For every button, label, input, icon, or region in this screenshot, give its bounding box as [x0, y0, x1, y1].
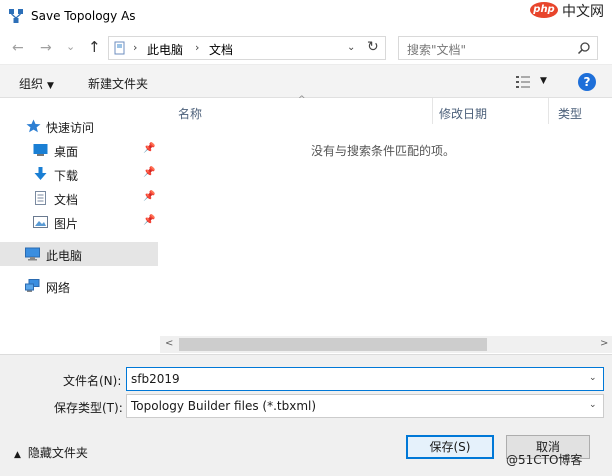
title-bar: Save Topology As php 中文网: [0, 0, 612, 32]
pin-icon[interactable]: 📌: [143, 215, 155, 226]
address-dropdown-chevron-icon[interactable]: ⌄: [347, 42, 355, 53]
scroll-thumb[interactable]: [179, 338, 487, 351]
navigation-bar: ← → ⌄ ↑ › 此电脑 › 文档 ⌄ ↻ 搜索"文档": [0, 32, 612, 64]
address-crumb-documents[interactable]: 文档: [209, 41, 233, 58]
recent-locations-chevron-icon[interactable]: ⌄: [66, 39, 75, 55]
sidebar-item-label: 此电脑: [46, 249, 83, 263]
column-header-type[interactable]: 类型: [558, 105, 582, 131]
search-placeholder: 搜索"文档": [407, 43, 467, 57]
address-separator-icon: ›: [195, 41, 200, 54]
network-icon: [25, 279, 40, 292]
save-button[interactable]: 保存(S): [406, 435, 494, 459]
view-caret-down-icon[interactable]: ▼: [540, 76, 547, 86]
new-folder-button[interactable]: 新建文件夹: [88, 75, 148, 92]
picture-icon: [33, 216, 48, 228]
php-watermark-logo: php: [530, 2, 558, 18]
up-arrow-icon[interactable]: ↑: [88, 39, 101, 55]
window-title: Save Topology As: [31, 9, 136, 23]
desktop-icon: [33, 144, 48, 156]
command-toolbar: 组织 ▼ 新建文件夹 ▼ ?: [0, 64, 612, 98]
organize-menu-button[interactable]: 组织 ▼: [19, 75, 54, 92]
view-options-icon[interactable]: [515, 75, 531, 89]
blog-watermark: @51CTO博客: [506, 453, 583, 467]
sort-ascending-icon: ^: [298, 95, 306, 105]
pin-icon[interactable]: 📌: [143, 167, 155, 178]
sidebar-item-downloads[interactable]: 下载 📌: [0, 162, 158, 186]
organize-label: 组织: [19, 77, 44, 91]
caret-down-icon: ▼: [47, 81, 54, 91]
sidebar-item-label: 桌面: [54, 145, 79, 159]
empty-list-message: 没有与搜索条件匹配的项。: [310, 144, 455, 158]
this-pc-icon: [114, 41, 125, 55]
sidebar-item-label: 图片: [54, 217, 79, 231]
php-watermark-text: 中文网: [562, 4, 604, 20]
sidebar-item-label: 快速访问: [46, 121, 95, 135]
search-icon[interactable]: [577, 41, 591, 55]
scroll-left-icon[interactable]: <: [165, 338, 173, 349]
refresh-icon[interactable]: ↻: [367, 39, 379, 55]
filename-input[interactable]: sfb2019 ⌄: [126, 367, 604, 391]
document-icon: [35, 191, 46, 205]
search-box[interactable]: 搜索"文档": [398, 36, 598, 60]
column-header-name[interactable]: 名称: [178, 105, 202, 131]
sidebar-item-pictures[interactable]: 图片 📌: [0, 210, 158, 234]
filetype-value: Topology Builder files (*.tbxml): [131, 399, 317, 413]
scroll-right-icon[interactable]: >: [600, 338, 608, 349]
sidebar-item-network[interactable]: 网络: [0, 274, 158, 298]
sidebar-item-this-pc[interactable]: 此电脑: [0, 242, 158, 266]
sidebar-item-documents[interactable]: 文档 📌: [0, 186, 158, 210]
column-header-date-modified[interactable]: 修改日期: [439, 105, 487, 131]
hide-folders-button[interactable]: ▲ 隐藏文件夹: [14, 444, 88, 461]
filetype-select[interactable]: Topology Builder files (*.tbxml) ⌄: [126, 394, 604, 418]
help-icon[interactable]: ?: [578, 73, 596, 91]
column-separator[interactable]: [548, 98, 549, 124]
sidebar-item-label: 下载: [54, 169, 79, 183]
topology-app-icon: [9, 9, 23, 23]
pin-icon[interactable]: 📌: [143, 143, 155, 154]
sidebar-item-label: 文档: [54, 193, 79, 207]
hide-folders-label: 隐藏文件夹: [27, 446, 88, 460]
save-form-panel: 文件名(N): sfb2019 ⌄ 保存类型(T): Topology Buil…: [0, 354, 612, 476]
sidebar-item-desktop[interactable]: 桌面 📌: [0, 138, 158, 162]
star-icon: [26, 119, 41, 133]
sidebar-item-label: 网络: [46, 281, 71, 295]
filetype-label: 保存类型(T):: [54, 401, 123, 415]
address-bar[interactable]: › 此电脑 › 文档 ⌄ ↻: [108, 36, 386, 60]
filetype-chevron-down-icon[interactable]: ⌄: [589, 400, 597, 410]
forward-arrow-icon[interactable]: →: [40, 40, 52, 56]
filename-label: 文件名(N):: [63, 374, 122, 388]
computer-icon: [25, 247, 40, 261]
file-list: ^ 名称 修改日期 类型 没有与搜索条件匹配的项。: [160, 95, 612, 354]
horizontal-scrollbar[interactable]: < >: [160, 336, 612, 353]
column-separator[interactable]: [432, 98, 433, 124]
download-icon: [34, 167, 47, 180]
chevron-up-icon: ▲: [14, 450, 21, 460]
address-separator-icon: ›: [133, 41, 138, 54]
pin-icon[interactable]: 📌: [143, 191, 155, 202]
filename-value: sfb2019: [131, 372, 180, 386]
filename-chevron-down-icon[interactable]: ⌄: [589, 373, 597, 383]
back-arrow-icon[interactable]: ←: [12, 40, 24, 56]
sidebar-item-quick-access[interactable]: 快速访问: [0, 114, 158, 138]
address-crumb-this-pc[interactable]: 此电脑: [147, 41, 183, 58]
navigation-pane: 快速访问 桌面 📌 下载 📌 文档 📌 图片 📌 此电脑 网络: [0, 98, 160, 354]
